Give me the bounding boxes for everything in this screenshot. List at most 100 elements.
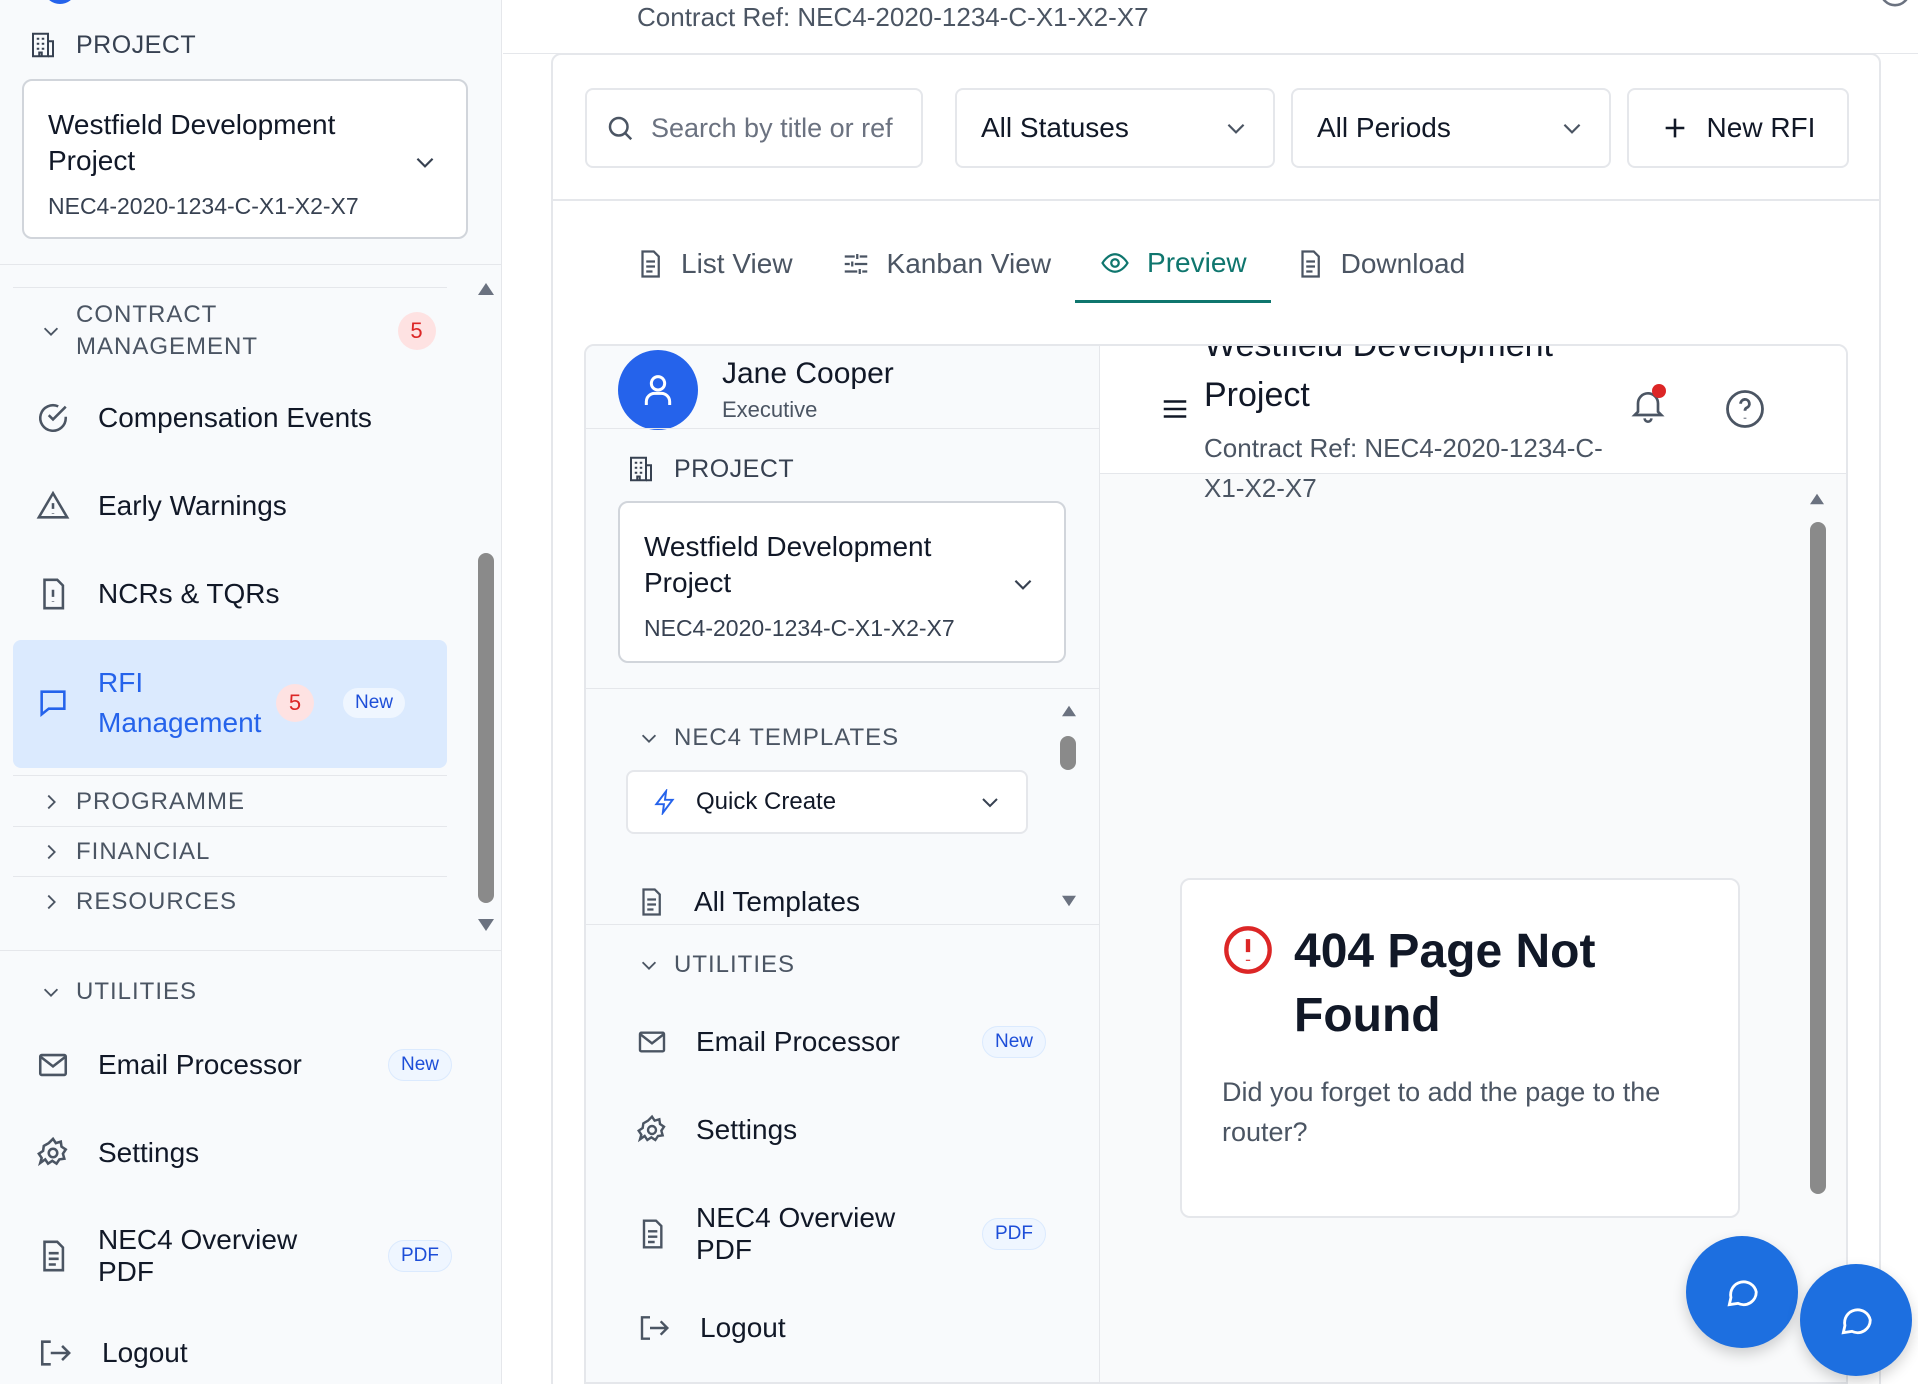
sidebar-item-logout[interactable]: Logout [636, 1312, 786, 1344]
help-icon[interactable] [1878, 0, 1912, 8]
group-utilities[interactable]: UTILITIES [638, 951, 795, 979]
user-name: Jane Cooper [722, 357, 894, 390]
search-icon [605, 113, 635, 143]
sidebar-item-email-processor[interactable]: Email Processor New [36, 1048, 453, 1082]
new-rfi-button[interactable]: New RFI [1627, 88, 1849, 168]
building-icon [28, 30, 58, 60]
user-profile[interactable]: Jane Cooper Executive [618, 350, 894, 430]
divider [13, 775, 447, 776]
divider [586, 688, 1100, 689]
sidebar-item-label: Email Processor [98, 1049, 302, 1080]
group-nec4-templates[interactable]: NEC4 TEMPLATES [638, 724, 899, 752]
quick-create-select[interactable]: Quick Create [626, 770, 1028, 834]
sidebar-scrollbar[interactable] [472, 275, 500, 945]
view-tabs: List View Kanban View Preview Download [611, 233, 1489, 303]
document-alert-icon [36, 577, 70, 611]
avatar [46, 0, 74, 4]
search-field[interactable] [585, 88, 923, 168]
error-title-text: 404 Page Not Found [1294, 925, 1596, 1042]
plus-icon [1661, 114, 1689, 142]
group-financial[interactable]: FINANCIAL [40, 838, 210, 866]
sidebar-item-label: RFI Management [98, 667, 262, 738]
project-selector[interactable]: Westfield Development Project NEC4-2020-… [618, 501, 1066, 663]
chevron-right-icon [40, 791, 62, 813]
chevron-down-icon [978, 790, 1002, 814]
sidebar-item-ncrs-tqrs[interactable]: NCRs & TQRs [36, 577, 280, 611]
chevron-down-icon [40, 981, 62, 1003]
period-select[interactable]: All Periods [1291, 88, 1611, 168]
mail-icon [36, 1048, 70, 1082]
menu-icon[interactable] [1158, 394, 1192, 424]
count-badge: 5 [398, 312, 436, 350]
tab-kanban-view[interactable]: Kanban View [817, 233, 1076, 303]
sidebar-item-settings[interactable]: Settings [36, 1136, 199, 1170]
chevron-down-icon [40, 320, 62, 342]
group-resources[interactable]: RESOURCES [40, 888, 237, 916]
group-label: FINANCIAL [76, 838, 211, 865]
chat-button[interactable] [1686, 1236, 1798, 1348]
sidebar-item-early-warnings[interactable]: Early Warnings [36, 489, 287, 523]
new-badge: New [982, 1026, 1047, 1058]
pdf-badge: PDF [388, 1240, 452, 1272]
chevron-down-icon [1223, 115, 1249, 141]
user-icon [644, 375, 672, 405]
sidebar-item-compensation-events[interactable]: Compensation Events [36, 401, 372, 435]
scrollbar-thumb[interactable] [478, 553, 494, 903]
divider [586, 924, 1100, 925]
chevron-down-icon [638, 727, 660, 749]
help-icon[interactable] [1724, 388, 1766, 430]
search-input[interactable] [651, 112, 901, 144]
sidebar-item-rfi-management-content[interactable]: RFI Management 5 New [36, 663, 407, 743]
sidebar-item-label: Settings [696, 1114, 798, 1145]
scroll-up-icon[interactable] [476, 281, 496, 297]
project-name: Westfield Development Project [48, 109, 336, 176]
logout-icon [636, 1312, 672, 1344]
project-selector[interactable]: Westfield Development Project NEC4-2020-… [22, 79, 468, 239]
gear-icon [36, 1136, 70, 1170]
sidebar-item-settings[interactable]: Settings [636, 1114, 797, 1146]
group-programme[interactable]: PROGRAMME [40, 788, 245, 816]
bell-icon[interactable] [1840, 0, 1860, 8]
sidebar-item-label: Settings [98, 1137, 200, 1168]
group-contract-management[interactable]: CONTRACT MANAGEMENT 5 [40, 299, 436, 363]
top-bar: Contract Ref: NEC4-2020-1234-C-X1-X2-X7 [503, 0, 1918, 54]
chat-button-secondary[interactable] [1800, 1264, 1912, 1376]
bell-icon[interactable] [1628, 384, 1668, 426]
pdf-badge: PDF [982, 1218, 1046, 1250]
quick-create-label: Quick Create [696, 788, 837, 815]
tab-preview[interactable]: Preview [1075, 233, 1271, 303]
mail-icon [636, 1026, 668, 1058]
group-utilities[interactable]: UTILITIES [40, 978, 197, 1006]
divider [0, 950, 502, 951]
contract-ref: Contract Ref: NEC4-2020-1234-C-X1-X2-X7 [637, 2, 1149, 32]
status-select[interactable]: All Statuses [955, 88, 1275, 168]
scroll-up-icon[interactable] [1808, 492, 1826, 506]
sidebar-item-email-processor[interactable]: Email Processor New [636, 1026, 1047, 1058]
sidebar-item-logout[interactable]: Logout [36, 1336, 188, 1370]
sidebar-item-label: Early Warnings [98, 490, 287, 521]
avatar [618, 350, 698, 430]
divider [13, 287, 447, 288]
scrollbar-thumb[interactable] [1810, 522, 1826, 1194]
tab-download[interactable]: Download [1271, 233, 1490, 303]
sidebar-item-nec4-overview-pdf[interactable]: NEC4 Overview PDF PDF [36, 1224, 452, 1288]
scroll-down-icon[interactable] [476, 917, 496, 933]
all-templates-item[interactable]: All Templates [636, 886, 860, 918]
document-icon [636, 1218, 668, 1250]
tab-list-view[interactable]: List View [611, 233, 817, 303]
sidebar-item-nec4-overview-pdf[interactable]: NEC4 Overview PDF PDF [636, 1202, 1046, 1266]
project-heading: PROJECT [28, 30, 196, 60]
project-heading: PROJECT [626, 454, 794, 484]
sidebar-nav: CONTRACT MANAGEMENT 5 Compensation Event… [0, 275, 502, 945]
divider [586, 428, 1100, 429]
project-ref: NEC4-2020-1234-C-X1-X2-X7 [48, 193, 359, 219]
scroll-down-icon[interactable] [1060, 894, 1078, 908]
warning-triangle-icon [36, 489, 70, 523]
error-message: Did you forget to add the page to the ro… [1222, 1077, 1661, 1147]
scrollbar-thumb[interactable] [1060, 736, 1076, 770]
sidebar-item-label: Logout [700, 1312, 786, 1343]
scroll-up-icon[interactable] [1060, 704, 1078, 718]
project-heading-label: PROJECT [76, 30, 197, 59]
preview-frame: Jane Cooper Executive PROJECT Westfield … [584, 344, 1848, 1384]
project-heading-label: PROJECT [674, 454, 795, 483]
